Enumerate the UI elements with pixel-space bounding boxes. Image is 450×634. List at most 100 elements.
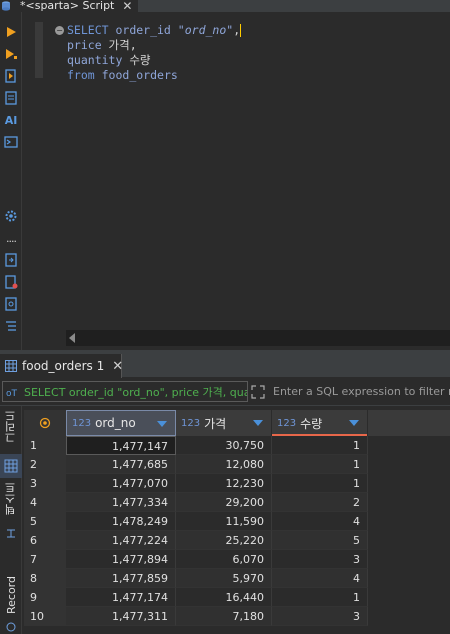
cell-quantity[interactable]: 4 <box>272 569 368 588</box>
result-view-tabs: 그리드 텍스트 Record <box>0 406 22 634</box>
cell-quantity[interactable]: 1 <box>272 455 368 474</box>
cell-price[interactable]: 30,750 <box>176 436 272 455</box>
cell-quantity[interactable]: 1 <box>272 588 368 607</box>
sort-caret-icon[interactable] <box>349 420 359 426</box>
svg-text:oT: oT <box>6 389 18 399</box>
table-row[interactable]: 7 1,477,894 6,070 3 <box>24 550 450 569</box>
export-icon[interactable] <box>3 252 19 268</box>
row-number[interactable]: 4 <box>24 493 66 512</box>
table-row[interactable]: 10 1,477,311 7,180 3 <box>24 607 450 626</box>
row-number[interactable]: 3 <box>24 474 66 493</box>
row-number[interactable]: 9 <box>24 588 66 607</box>
sql-editor[interactable]: − SELECT order_id "ord_no", price 가격, qu… <box>22 12 450 352</box>
table-row[interactable]: 5 1,478,249 11,590 4 <box>24 512 450 531</box>
scroll-left-arrow-icon[interactable] <box>69 333 75 343</box>
cell-price[interactable]: 11,590 <box>176 512 272 531</box>
row-number[interactable]: 1 <box>24 436 66 455</box>
text-view-button[interactable] <box>0 524 22 542</box>
table-row[interactable]: 6 1,477,224 25,220 5 <box>24 531 450 550</box>
query-text-box[interactable]: oT SELECT order_id "ord_no", price 가격, q… <box>2 381 248 402</box>
terminal-icon[interactable] <box>3 134 19 150</box>
column-name: 수량 <box>300 416 323 431</box>
cell-price[interactable]: 25,220 <box>176 531 272 550</box>
text-cursor <box>240 24 242 37</box>
row-number[interactable]: 8 <box>24 569 66 588</box>
results-tab[interactable]: food_orders 1 ✕ <box>0 354 123 378</box>
script-tab[interactable]: *<sparta> Script ✕ <box>0 0 138 12</box>
cell-price[interactable]: 12,080 <box>176 455 272 474</box>
cell-price[interactable]: 12,230 <box>176 474 272 493</box>
cell-price[interactable]: 16,440 <box>176 588 272 607</box>
cell-ord-no[interactable]: 1,477,311 <box>66 607 176 626</box>
table-row[interactable]: 9 1,477,174 16,440 1 <box>24 588 450 607</box>
cell-ord-no[interactable]: 1,477,224 <box>66 531 176 550</box>
row-number[interactable]: 10 <box>24 607 66 626</box>
record-view-button[interactable] <box>0 620 22 634</box>
filter-expression-input[interactable]: Enter a SQL expression to filter results <box>270 381 450 402</box>
grid-icon <box>4 459 18 473</box>
more-icon[interactable]: .... <box>3 230 19 246</box>
cell-quantity[interactable]: 4 <box>272 512 368 531</box>
cell-price[interactable]: 7,180 <box>176 607 272 626</box>
keyword-from: from <box>67 68 95 82</box>
cell-price[interactable]: 6,070 <box>176 550 272 569</box>
cell-ord-no[interactable]: 1,477,174 <box>66 588 176 607</box>
cell-ord-no[interactable]: 1,477,147 <box>66 436 176 455</box>
alias-ord-no: "ord_no" <box>177 23 234 37</box>
numeric-type-icon: 123 <box>181 417 201 429</box>
cell-ord-no[interactable]: 1,477,334 <box>66 493 176 512</box>
sort-caret-icon[interactable] <box>157 421 167 427</box>
format-icon[interactable] <box>3 296 19 312</box>
cell-quantity[interactable]: 1 <box>272 436 368 455</box>
explain-plan-icon[interactable] <box>3 68 19 84</box>
settings-icon[interactable] <box>3 208 19 224</box>
cell-quantity[interactable]: 2 <box>272 493 368 512</box>
row-number[interactable]: 7 <box>24 550 66 569</box>
record-view-tab[interactable]: Record <box>0 576 22 626</box>
comma: , <box>233 23 241 37</box>
cell-ord-no[interactable]: 1,477,685 <box>66 455 176 474</box>
grid-view-button[interactable] <box>0 454 22 478</box>
cell-ord-no[interactable]: 1,477,859 <box>66 569 176 588</box>
table-food-orders: food_orders <box>94 68 178 82</box>
script-doc-icon[interactable] <box>3 90 19 106</box>
column-name: ord_no <box>95 416 136 430</box>
column-header-price[interactable]: 123 가격 <box>176 410 272 436</box>
row-number[interactable]: 5 <box>24 512 66 531</box>
results-tab-label: food_orders 1 <box>22 359 105 373</box>
editor-horizontal-scrollbar[interactable] <box>66 330 450 346</box>
column-header-quantity[interactable]: 123 수량 <box>272 410 368 436</box>
cell-price[interactable]: 5,970 <box>176 569 272 588</box>
column-order-id: order_id <box>108 23 178 37</box>
run-statement-icon[interactable] <box>3 24 19 40</box>
table-row[interactable]: 3 1,477,070 12,230 1 <box>24 474 450 493</box>
cell-quantity[interactable]: 3 <box>272 607 368 626</box>
cell-ord-no[interactable]: 1,477,070 <box>66 474 176 493</box>
table-row[interactable]: 4 1,477,334 29,200 2 <box>24 493 450 512</box>
fold-marker-icon[interactable]: − <box>55 26 64 35</box>
code-line-2: price 가격, <box>67 38 137 53</box>
table-row[interactable]: 1 1,477,147 30,750 1 <box>24 436 450 455</box>
outline-icon[interactable] <box>3 318 19 334</box>
close-icon[interactable]: ✕ <box>122 0 132 12</box>
cell-quantity[interactable]: 3 <box>272 550 368 569</box>
sort-caret-icon[interactable] <box>253 420 263 426</box>
close-icon[interactable]: ✕ <box>112 359 123 374</box>
row-number[interactable]: 6 <box>24 531 66 550</box>
cell-ord-no[interactable]: 1,478,249 <box>66 512 176 531</box>
ai-label: AI <box>4 113 18 127</box>
ai-icon[interactable]: AI <box>3 112 19 128</box>
cell-price[interactable]: 29,200 <box>176 493 272 512</box>
results-tab-bar: food_orders 1 ✕ <box>0 354 450 378</box>
select-all-corner[interactable] <box>24 410 66 436</box>
column-header-ord-no[interactable]: 123 ord_no <box>66 410 176 436</box>
cell-quantity[interactable]: 5 <box>272 531 368 550</box>
load-icon[interactable] <box>3 274 19 290</box>
cell-quantity[interactable]: 1 <box>272 474 368 493</box>
run-script-icon[interactable] <box>3 46 19 62</box>
table-row[interactable]: 8 1,477,859 5,970 4 <box>24 569 450 588</box>
cell-ord-no[interactable]: 1,477,894 <box>66 550 176 569</box>
table-row[interactable]: 2 1,477,685 12,080 1 <box>24 455 450 474</box>
expand-filter-icon[interactable] <box>250 384 266 400</box>
row-number[interactable]: 2 <box>24 455 66 474</box>
